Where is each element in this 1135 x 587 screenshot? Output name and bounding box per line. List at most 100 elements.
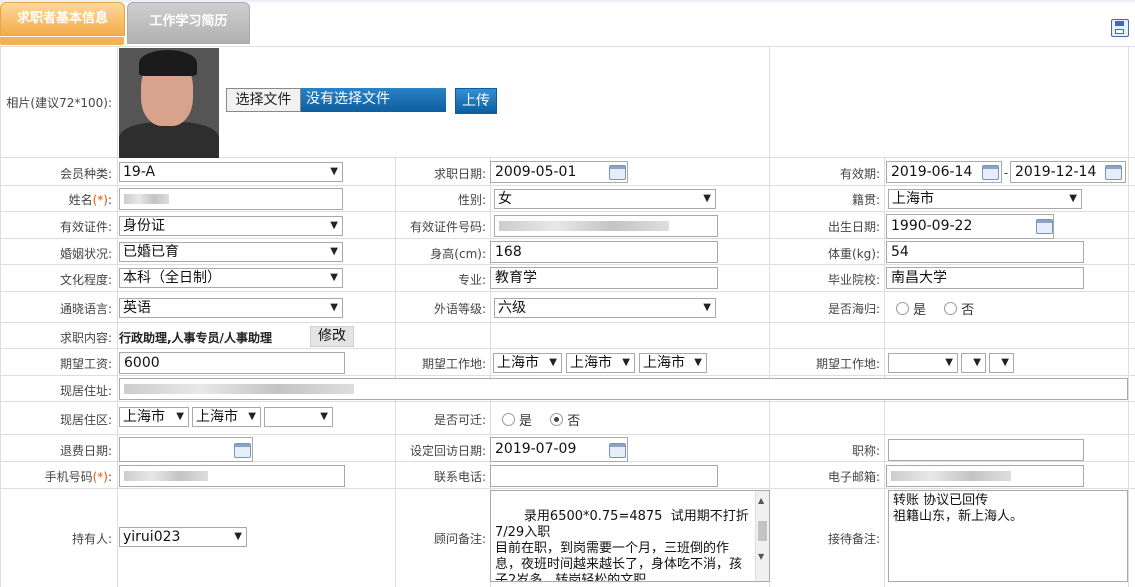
major-input[interactable]: 教育学 (490, 267, 718, 289)
applicant-photo (119, 48, 219, 158)
work-place-label: 期望工作地: (421, 357, 486, 371)
name-label-text: 姓名 (68, 193, 93, 207)
email-input[interactable] (886, 465, 1084, 487)
calendar-icon[interactable] (1105, 165, 1122, 180)
overseas-no-label: 否 (961, 303, 975, 318)
save-icon[interactable] (1111, 19, 1129, 37)
dropdown-arrow-icon: ▼ (622, 357, 630, 368)
weight-input[interactable]: 54 (886, 241, 1084, 263)
refund-date-input[interactable] (119, 437, 253, 462)
dropdown-arrow-icon: ▼ (330, 246, 338, 257)
gender-select[interactable]: 女 ▼ (494, 189, 716, 209)
district-province-select[interactable]: 上海市 ▼ (119, 407, 189, 427)
grid-line (117, 46, 118, 587)
work-place-province-select[interactable]: 上海市 ▼ (493, 353, 562, 373)
name-input[interactable] (119, 188, 343, 210)
education-label: 文化程度: (59, 273, 112, 287)
calendar-icon[interactable] (609, 165, 626, 180)
title-input[interactable] (888, 439, 1084, 461)
education-select[interactable]: 本科（全日制） ▼ (119, 268, 343, 288)
photo-label: 相片(建议72*100): (6, 96, 112, 110)
tab-work-history[interactable]: 工作学习简历 (127, 2, 250, 44)
dropdown-arrow-icon: ▼ (1069, 193, 1077, 204)
native-select[interactable]: 上海市 ▼ (888, 189, 1082, 209)
work-place2-district-select[interactable]: ▼ (989, 353, 1014, 373)
marital-value: 已婚已育 (123, 244, 179, 260)
consultant-note-textarea[interactable]: 录用6500*0.75=4875 试用期不打折7/29入职 目前在职，到岗需要一… (490, 490, 770, 582)
grid-line (884, 158, 885, 587)
overseas-yes-radio[interactable] (896, 302, 909, 315)
id-type-value: 身份证 (123, 218, 165, 234)
reception-note-textarea[interactable]: 转账 协议已回传 祖籍山东，新上海人。 (888, 490, 1128, 582)
work-place-city-select[interactable]: 上海市 ▼ (566, 353, 635, 373)
redacted-name (124, 194, 169, 204)
holder-select[interactable]: yirui023 ▼ (119, 527, 247, 547)
salary-input[interactable]: 6000 (119, 352, 345, 374)
dropdown-arrow-icon: ▼ (320, 411, 328, 422)
district-city-value: 上海市 (196, 409, 238, 425)
marital-select[interactable]: 已婚已育 ▼ (119, 242, 343, 262)
relocate-radio-group: 是 否 (502, 410, 580, 429)
active-tab-underline (0, 37, 124, 45)
photo-hair (139, 50, 197, 76)
birth-input[interactable]: 1990-09-22 (886, 214, 1054, 239)
overseas-no-radio[interactable] (944, 302, 958, 315)
redacted-id (499, 221, 669, 231)
height-input[interactable]: 168 (490, 241, 718, 263)
redacted-email (891, 471, 1011, 481)
scroll-thumb[interactable] (758, 521, 767, 541)
consultant-note-scrollbar[interactable]: ▲ ▼ (755, 491, 769, 581)
work-place-district-select[interactable]: 上海市 ▼ (639, 353, 707, 373)
address-input[interactable] (119, 378, 1128, 400)
relocate-yes-label: 是 (519, 414, 533, 429)
overseas-label: 是否海归: (827, 302, 880, 316)
address-label: 现居住址: (59, 384, 112, 398)
reception-note-label: 接待备注: (827, 532, 880, 546)
scroll-up-icon[interactable]: ▲ (758, 493, 764, 509)
height-label: 身高(cm): (430, 247, 486, 261)
photo-body (119, 122, 219, 158)
modify-job-button[interactable]: 修改 (310, 326, 354, 347)
gender-value: 女 (498, 191, 512, 207)
id-no-input[interactable] (494, 215, 718, 237)
calendar-icon[interactable] (1036, 219, 1053, 234)
work-place2-city-select[interactable]: ▼ (961, 353, 986, 373)
district-area-select[interactable]: ▼ (264, 407, 333, 427)
lang-level-select[interactable]: 六级 ▼ (494, 298, 716, 318)
tab-basic-info[interactable]: 求职者基本信息 (0, 2, 125, 36)
email-label: 电子邮箱: (827, 470, 880, 484)
mobile-input[interactable] (119, 465, 345, 487)
choose-file-button[interactable]: 选择文件 (226, 88, 301, 112)
calendar-icon[interactable] (982, 165, 999, 180)
revisit-date-input[interactable]: 2019-07-09 (490, 437, 628, 462)
job-content-value: 行政助理,人事专员/人事助理 (119, 331, 272, 345)
required-mark: (*) (92, 193, 108, 207)
language-value: 英语 (123, 300, 151, 316)
dropdown-arrow-icon: ▼ (330, 272, 338, 283)
relocate-yes-radio[interactable] (502, 413, 515, 426)
relocate-label: 是否可迁: (433, 413, 486, 427)
member-type-select[interactable]: 19-A ▼ (119, 162, 343, 182)
upload-button[interactable]: 上传 (455, 88, 497, 114)
name-label-colon: : (107, 193, 112, 207)
language-select[interactable]: 英语 ▼ (119, 298, 343, 318)
school-input[interactable]: 南昌大学 (886, 267, 1084, 289)
redacted-mobile (124, 471, 208, 481)
apply-date-input[interactable]: 2009-05-01 (490, 161, 628, 183)
overseas-radio-group: 是 否 (896, 299, 974, 318)
work-place2-province-select[interactable]: ▼ (888, 353, 958, 373)
holder-label: 持有人: (71, 532, 112, 546)
calendar-icon[interactable] (609, 443, 626, 458)
scroll-down-icon[interactable]: ▼ (758, 549, 764, 565)
district-city-select[interactable]: 上海市 ▼ (192, 407, 261, 427)
school-label: 毕业院校: (827, 273, 880, 287)
phone-input[interactable] (490, 465, 718, 487)
dropdown-arrow-icon: ▼ (234, 531, 242, 542)
id-type-select[interactable]: 身份证 ▼ (119, 216, 343, 236)
dropdown-arrow-icon: ▼ (703, 193, 711, 204)
language-label: 通晓语言: (59, 302, 112, 316)
birth-label: 出生日期: (827, 220, 880, 234)
relocate-no-radio[interactable] (550, 413, 564, 426)
calendar-icon[interactable] (234, 443, 251, 458)
required-mark: (*) (92, 470, 108, 484)
